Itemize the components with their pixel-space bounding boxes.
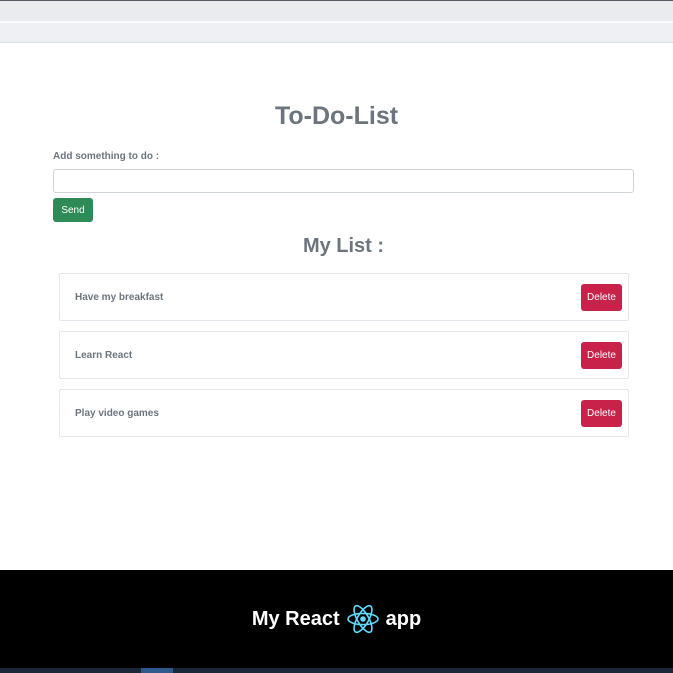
footer-text-after: app (385, 607, 422, 630)
taskbar (0, 668, 673, 673)
delete-button[interactable]: Delete (581, 284, 622, 311)
browser-top-bar (0, 0, 673, 22)
delete-button[interactable]: Delete (581, 342, 622, 369)
browser-toolbar-strip (0, 23, 673, 43)
taskbar-active-item[interactable] (141, 668, 173, 673)
todo-item: Learn React Delete (59, 331, 629, 379)
footer-text-before: My React (251, 607, 340, 630)
todo-text: Play video games (75, 408, 159, 419)
send-button[interactable]: Send (53, 198, 93, 222)
todo-list: Have my breakfast Delete Learn React Del… (59, 273, 629, 447)
todo-text: Have my breakfast (75, 292, 164, 303)
add-todo-label: Add something to do : (53, 151, 160, 162)
todo-input[interactable] (53, 169, 634, 193)
list-title: My List : (302, 235, 385, 257)
todo-item: Have my breakfast Delete (59, 273, 629, 321)
footer: My React app (0, 570, 673, 668)
todo-text: Learn React (75, 350, 133, 361)
react-logo-icon (346, 604, 380, 634)
todo-item: Play video games Delete (59, 389, 629, 437)
page-title: To-Do-List (274, 102, 399, 130)
delete-button[interactable]: Delete (581, 400, 622, 427)
